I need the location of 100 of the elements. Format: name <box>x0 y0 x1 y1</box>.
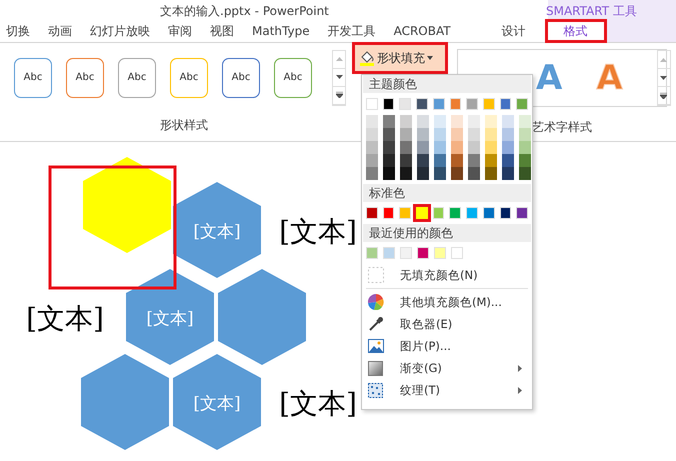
ribbon-tab[interactable]: 视图 <box>201 20 243 42</box>
color-swatch[interactable] <box>383 167 395 180</box>
hexagon-shape[interactable] <box>83 157 171 253</box>
shape-style-option[interactable]: Abc <box>66 58 104 98</box>
color-swatch[interactable] <box>366 141 378 154</box>
color-swatch[interactable] <box>502 115 514 128</box>
shape-style-option[interactable]: Abc <box>14 58 52 98</box>
color-swatch[interactable] <box>519 128 531 141</box>
diagram-text: [文本] <box>26 302 104 335</box>
ribbon-tab[interactable]: 动画 <box>39 20 81 42</box>
ribbon-tab[interactable]: 开发工具 <box>318 20 385 42</box>
ribbon-tab[interactable]: ACROBAT <box>384 20 460 42</box>
color-swatch[interactable] <box>383 128 395 141</box>
color-wheel-icon <box>368 294 384 310</box>
hexagon-shape[interactable] <box>173 182 261 278</box>
color-swatch[interactable] <box>400 115 412 128</box>
ribbon-tab[interactable]: 设计 <box>490 20 538 42</box>
color-swatch[interactable] <box>417 154 429 167</box>
color-swatch[interactable] <box>519 167 531 180</box>
section-header: 主题颜色 <box>363 75 531 93</box>
color-swatch[interactable] <box>468 115 480 128</box>
color-swatch[interactable] <box>502 141 514 154</box>
submenu-arrow-icon <box>518 364 522 372</box>
group-label: 形状样式 <box>160 117 208 134</box>
shape-style-option[interactable]: Abc <box>274 58 312 98</box>
hexagon-shape[interactable] <box>218 269 306 365</box>
color-swatch[interactable] <box>468 128 480 141</box>
color-swatch[interactable] <box>468 154 480 167</box>
color-swatch[interactable] <box>451 128 463 141</box>
window-title: 文本的输入.pptx - PowerPoint <box>160 3 330 20</box>
ribbon-tab[interactable]: 切换 <box>0 20 39 42</box>
shape-style-option[interactable]: Abc <box>170 58 208 98</box>
color-swatch[interactable] <box>366 115 378 128</box>
menu-item[interactable]: 无填充颜色(N) <box>362 264 532 286</box>
color-swatch[interactable] <box>485 128 497 141</box>
color-swatch[interactable] <box>417 167 429 180</box>
color-swatch[interactable] <box>400 154 412 167</box>
color-swatch[interactable] <box>434 167 446 180</box>
hexagon-shape[interactable] <box>126 269 214 365</box>
color-swatch[interactable] <box>366 128 378 141</box>
shape-style-option[interactable]: Abc <box>222 58 260 98</box>
caret-icon <box>427 56 433 60</box>
ribbon-tab[interactable]: MathType <box>243 20 319 42</box>
color-swatch[interactable] <box>468 141 480 154</box>
color-swatch[interactable] <box>417 128 429 141</box>
empty-square-icon <box>368 267 384 283</box>
picture-icon <box>368 339 384 353</box>
color-swatch[interactable] <box>400 128 412 141</box>
color-swatch[interactable] <box>366 154 378 167</box>
section-header: 最近使用的颜色 <box>363 224 531 242</box>
gradient-square-icon <box>368 360 383 376</box>
color-swatch[interactable] <box>519 141 531 154</box>
context-tools-label: SMARTART 工具 <box>546 3 637 20</box>
menu-item[interactable]: 纹理(T) <box>362 379 532 401</box>
diagram-text: [文本] <box>279 387 357 420</box>
color-swatch[interactable] <box>451 167 463 180</box>
shape-fill-button[interactable]: 形状填充 <box>352 42 448 74</box>
menu-item[interactable]: 渐变(G) <box>362 357 532 379</box>
color-swatch[interactable] <box>434 141 446 154</box>
color-swatch[interactable] <box>434 154 446 167</box>
eyedropper-icon <box>368 316 384 332</box>
color-swatch[interactable] <box>383 154 395 167</box>
color-swatch[interactable] <box>383 115 395 128</box>
hexagon-text: [文本] <box>146 309 194 329</box>
shape-style-option[interactable]: Abc <box>118 58 156 98</box>
menu-item[interactable]: 取色器(E) <box>362 313 532 335</box>
ribbon-tab[interactable]: 审阅 <box>159 20 201 42</box>
color-swatch[interactable] <box>451 141 463 154</box>
color-swatch[interactable] <box>485 115 497 128</box>
paint-bucket-icon <box>359 50 375 66</box>
color-swatch[interactable] <box>485 167 497 180</box>
color-swatch[interactable] <box>502 167 514 180</box>
color-swatch[interactable] <box>417 141 429 154</box>
hexagon-shape[interactable] <box>173 354 261 450</box>
ribbon-tab[interactable]: 幻灯片放映 <box>81 20 159 42</box>
color-swatch[interactable] <box>413 204 431 222</box>
color-swatch[interactable] <box>434 115 446 128</box>
section-header: 标准色 <box>363 184 531 202</box>
menu-item[interactable]: 图片(P)... <box>362 335 532 357</box>
color-swatch[interactable] <box>400 167 412 180</box>
texture-square-icon <box>368 382 383 398</box>
color-swatch[interactable] <box>519 115 531 128</box>
color-swatch[interactable] <box>468 167 480 180</box>
color-swatch[interactable] <box>366 167 378 180</box>
group-label: 艺术字样式 <box>532 119 592 136</box>
ribbon-tab[interactable]: 格式 <box>546 20 606 42</box>
color-swatch[interactable] <box>502 154 514 167</box>
color-swatch[interactable] <box>400 141 412 154</box>
color-swatch[interactable] <box>519 154 531 167</box>
hexagon-shape[interactable] <box>81 354 169 450</box>
color-swatch[interactable] <box>485 141 497 154</box>
menu-item[interactable]: 其他填充颜色(M)... <box>362 291 532 313</box>
hexagon-text: [文本] <box>193 394 241 414</box>
color-swatch[interactable] <box>451 115 463 128</box>
color-swatch[interactable] <box>502 128 514 141</box>
color-swatch[interactable] <box>434 128 446 141</box>
color-swatch[interactable] <box>451 154 463 167</box>
color-swatch[interactable] <box>485 154 497 167</box>
color-swatch[interactable] <box>417 115 429 128</box>
color-swatch[interactable] <box>383 141 395 154</box>
